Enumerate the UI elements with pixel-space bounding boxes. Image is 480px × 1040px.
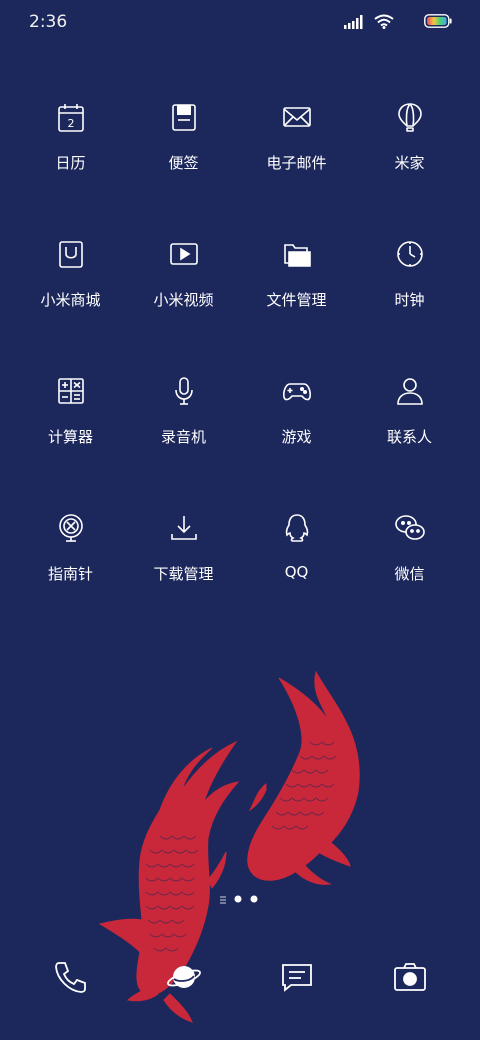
contact-person-icon <box>396 378 423 405</box>
app-compass[interactable]: 指南针 <box>14 507 127 644</box>
microphone-icon <box>174 377 193 405</box>
status-time: 2:36 <box>29 12 68 32</box>
calendar-icon: 2 <box>57 104 84 132</box>
app-label: 文件管理 <box>266 291 327 309</box>
app-label: 电子邮件 <box>266 154 327 172</box>
app-label: 米家 <box>394 154 425 172</box>
battery-icon <box>424 14 452 28</box>
download-icon <box>170 516 197 540</box>
notes-icon <box>171 104 196 131</box>
app-row: 小米商城 小米视频 文件管理 时钟 <box>14 233 466 370</box>
messages-icon[interactable] <box>277 957 317 997</box>
mail-icon <box>282 107 311 127</box>
app-label: 联系人 <box>386 428 432 446</box>
page-dot-2 <box>250 895 258 903</box>
app-mi-video[interactable]: 小米视频 <box>127 233 240 370</box>
gamepad-icon <box>282 383 311 401</box>
app-label: 日历 <box>55 154 86 172</box>
app-label: 小米商城 <box>40 291 101 309</box>
app-label: 微信 <box>394 565 425 583</box>
wifi-icon <box>374 14 394 29</box>
app-downloads[interactable]: 下载管理 <box>127 507 240 644</box>
calendar-day: 2 <box>67 117 74 130</box>
page-indicator[interactable] <box>218 894 268 906</box>
wechat-icon <box>394 515 425 540</box>
app-calculator[interactable]: 计算器 <box>14 370 127 507</box>
koi-fish-right <box>247 670 360 885</box>
app-wechat[interactable]: 微信 <box>353 507 466 644</box>
clock-icon <box>396 241 423 267</box>
app-file-manager[interactable]: 文件管理 <box>240 233 353 370</box>
app-mijia[interactable]: 米家 <box>353 96 466 233</box>
hot-air-balloon-icon <box>397 103 422 132</box>
page-dot-1 <box>234 895 242 903</box>
app-label: QQ <box>284 563 309 581</box>
app-calendar[interactable]: 2 日历 <box>14 96 127 233</box>
app-games[interactable]: 游戏 <box>240 370 353 507</box>
phone-icon[interactable] <box>51 957 91 997</box>
app-clock[interactable]: 时钟 <box>353 233 466 370</box>
signal-icon <box>344 15 363 29</box>
calculator-icon <box>57 378 84 404</box>
app-row: 计算器 录音机 游戏 联系人 <box>14 370 466 507</box>
folder-icon <box>283 244 311 267</box>
app-label: 时钟 <box>394 291 425 309</box>
app-contacts[interactable]: 联系人 <box>353 370 466 507</box>
mi-store-bag-icon <box>58 241 83 268</box>
status-bar: 2:36 <box>0 0 480 44</box>
app-label: 指南针 <box>47 565 93 583</box>
app-mi-store[interactable]: 小米商城 <box>14 233 127 370</box>
app-label: 下载管理 <box>153 565 214 583</box>
dock <box>0 955 480 999</box>
app-row: 2 日历 便签 电子邮件 米家 <box>14 96 466 233</box>
qq-penguin-icon <box>285 514 308 542</box>
compass-icon <box>58 514 83 542</box>
page-indicator-menu-icon <box>220 896 226 904</box>
app-label: 录音机 <box>160 428 206 446</box>
app-label: 计算器 <box>47 428 93 446</box>
app-label: 便签 <box>168 154 199 172</box>
app-grid: 2 日历 便签 电子邮件 米家 小米商城 小米视频 文件管理 时钟 计算器 录音… <box>14 96 466 644</box>
app-row: 指南针 下载管理 QQ 微信 <box>14 507 466 644</box>
app-qq[interactable]: QQ <box>240 507 353 644</box>
camera-icon[interactable] <box>390 957 430 997</box>
app-label: 游戏 <box>281 428 312 446</box>
app-label: 小米视频 <box>153 291 214 309</box>
browser-planet-icon[interactable] <box>164 957 204 997</box>
app-notes[interactable]: 便签 <box>127 96 240 233</box>
app-email[interactable]: 电子邮件 <box>240 96 353 233</box>
video-play-icon <box>169 243 198 265</box>
app-recorder[interactable]: 录音机 <box>127 370 240 507</box>
